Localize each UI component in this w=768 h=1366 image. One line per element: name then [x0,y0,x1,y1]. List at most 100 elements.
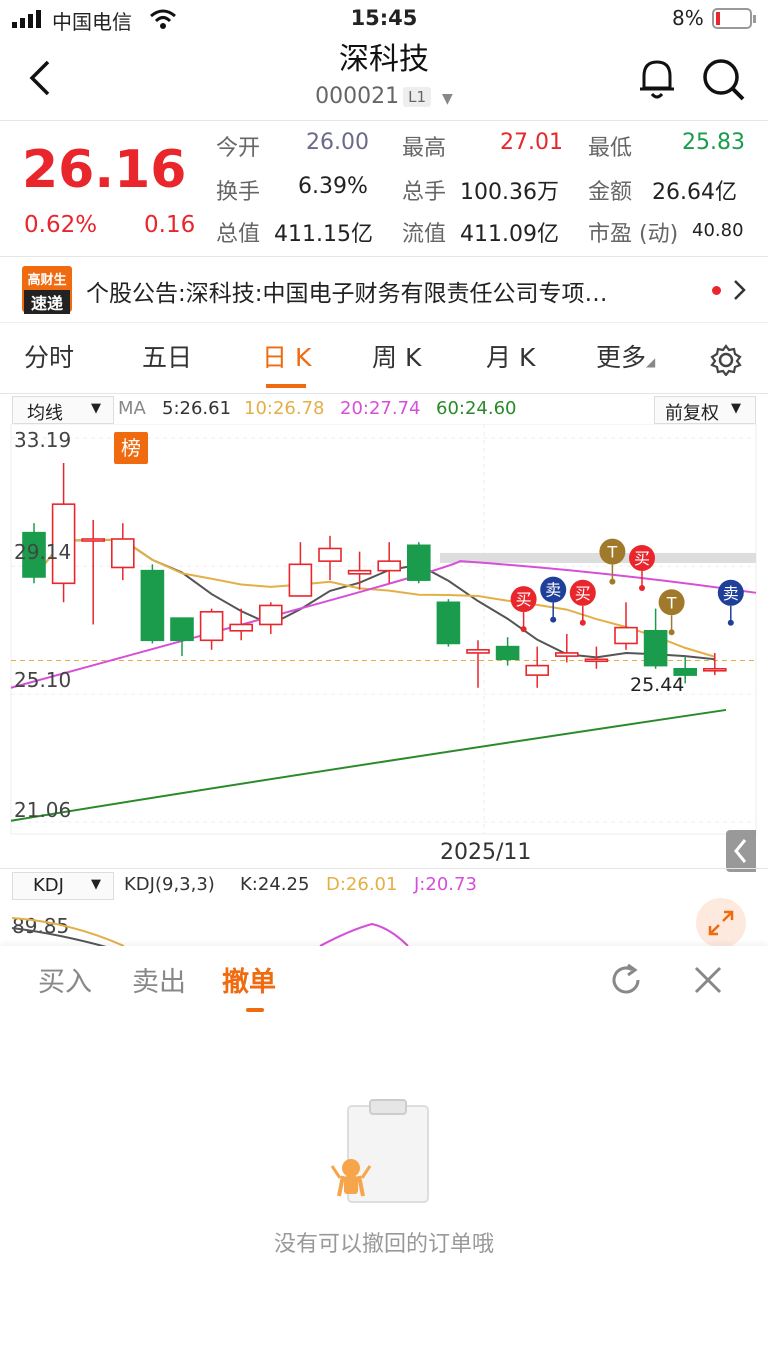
kdj-k: K:24.25 [240,874,310,895]
caret-down-icon: ▼ [442,91,453,107]
candle-body [466,648,490,654]
kline-chart[interactable]: 买卖买T 买T 卖 [0,424,768,869]
level-badge: L1 [403,87,432,107]
ma10-value: 10:26.78 [244,398,325,419]
candle-body [702,667,727,672]
stat-value: 26.64亿 [652,180,737,205]
ma5-value: 5:26.61 [162,398,232,419]
stat-label: 流值 [402,222,447,247]
tab-buy[interactable]: 买入 [38,960,92,999]
tab-wuri[interactable]: 五日 [142,338,192,382]
change-value: 0.16 [144,212,196,238]
chevron-left-icon [734,839,747,863]
candle-body [525,664,550,676]
news-logo: 高财生 速递 [22,266,72,314]
stat-label: 换手 [216,180,261,205]
ma60-value: 60:24.60 [436,398,517,419]
expand-icon [708,910,734,936]
kdj-selector-label: KDJ [33,875,64,896]
marker-dot [727,619,734,626]
candle-body [318,547,342,562]
chevron-right-icon [734,280,746,300]
tab-more[interactable]: 更多◢ [596,338,655,382]
ma-selector-label: 均线 [27,403,63,424]
candle-body [288,563,313,597]
battery-percent: 8% [672,6,704,30]
candle-body [258,604,283,626]
tab-fenshi[interactable]: 分时 [24,338,74,382]
marker-dot [520,626,527,633]
marker-label: 买 [516,590,532,609]
status-bar: 中国电信 15:45 8% [0,0,768,38]
y-tick: 21.06 [14,798,72,822]
more-caret-icon: ◢ [646,355,656,369]
candle-body [377,560,402,572]
ma-selector[interactable]: 均线 ▼ [12,396,114,424]
empty-state-text: 没有可以撤回的订单哦 [273,1232,494,1257]
marker-label: 买 [575,584,591,603]
stat-label: 最高 [402,136,447,161]
ma-label: MA [118,398,146,419]
kdj-chart [11,917,409,948]
resistance-band [440,552,756,563]
battery-icon [712,8,756,29]
news-logo-bottom: 速递 [24,290,70,314]
marker-label: T [607,543,618,562]
marker-dot [639,584,645,591]
bell-icon[interactable] [636,56,678,102]
fullscreen-button[interactable] [696,898,746,948]
candle-body [436,601,461,645]
tab-week-k[interactable]: 周 K [372,338,421,382]
caret-down-icon: ▼ [91,401,101,416]
stat-label: 今开 [216,136,261,161]
marker-dot [668,629,675,636]
tab-day-k[interactable]: 日 K [262,338,311,382]
x-axis-label: 2025/11 [440,840,532,865]
tab-month-k[interactable]: 月 K [486,338,535,382]
unread-dot [712,286,721,295]
search-icon[interactable] [700,56,746,102]
y-tick: 29.14 [14,540,72,564]
candle-body [406,544,431,581]
candle-body [229,623,253,632]
candle-body [170,617,194,642]
candle-body [111,538,135,569]
bang-badge[interactable]: 榜 [114,432,148,464]
stat-value: 6.39% [298,174,368,199]
candle-body [614,626,638,645]
stock-code: 000021 [315,84,400,109]
tab-sell[interactable]: 卖出 [132,960,186,999]
trade-tab-indicator [246,1008,264,1012]
stat-value: 411.09亿 [460,222,559,247]
adjust-label: 前复权 [665,403,719,424]
news-ticker[interactable]: 高财生 速递 个股公告:深科技:中国电子财务有限责任公司专项… [0,258,768,322]
tab-cancel-order[interactable]: 撤单 [222,960,276,999]
stat-label: 市盈 (动) [588,222,679,247]
marker-label: 卖 [723,584,739,603]
marker-dot [579,619,586,626]
candle-body [584,658,609,663]
stat-value: 26.00 [306,130,369,155]
stat-value: 100.36万 [460,180,559,205]
adjust-selector[interactable]: 前复权 ▼ [654,396,756,424]
y-tick: 33.19 [14,428,72,452]
ma20-value: 20:27.74 [340,398,421,419]
tab-more-label: 更多 [596,343,647,372]
current-price: 26.16 [22,140,187,200]
stat-value: 40.80 [692,220,744,241]
stat-value: 411.15亿 [274,222,373,247]
kdj-params: KDJ(9,3,3) [124,874,215,895]
refresh-icon[interactable] [608,962,644,998]
candle-body [554,652,579,657]
news-logo-top: 高财生 [27,273,67,288]
marker-label: 买 [634,549,650,568]
kdj-selector[interactable]: KDJ ▼ [12,872,114,900]
kdj-d: D:26.01 [326,874,398,895]
news-text: 个股公告:深科技:中国电子财务有限责任公司专项… [86,281,608,307]
kdj-j: J:20.73 [414,874,477,895]
change-percent: 0.62% [24,212,98,238]
candle-body [199,610,224,642]
collapse-panel-button[interactable] [726,830,756,872]
gear-icon[interactable] [710,344,742,376]
close-icon[interactable] [690,962,726,998]
